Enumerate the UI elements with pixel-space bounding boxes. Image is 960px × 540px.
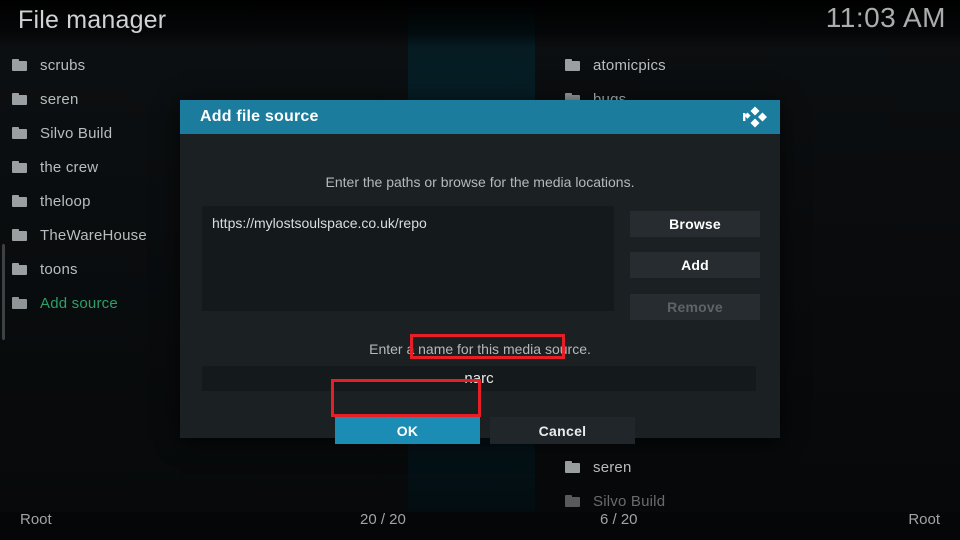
kodi-logo-icon [742,105,768,129]
page-title: File manager [18,6,167,34]
status-bar: Root 20 / 20 6 / 20 Root [0,500,960,540]
list-item[interactable]: seren [545,450,960,484]
path-entry[interactable]: https://mylostsoulspace.co.uk/repo [212,215,604,231]
folder-icon [12,161,27,173]
folder-icon [12,297,27,309]
list-item-label: the crew [40,158,99,176]
cancel-button[interactable]: Cancel [490,417,635,444]
folder-icon [12,263,27,275]
left-path-label: Root [20,511,52,528]
source-name-value: narc [464,370,494,387]
folder-icon [12,127,27,139]
paths-hint-label: Enter the paths or browse for the media … [325,174,635,190]
clock: 11:03 AM [825,2,946,33]
list-item-label: seren [593,458,632,476]
paths-list-box[interactable]: https://mylostsoulspace.co.uk/repo [202,206,614,311]
kodi-file-manager-screen: File manager 11:03 AM scrubs seren Silvo… [0,0,960,540]
source-name-input[interactable]: narc [202,366,756,391]
browse-button[interactable]: Browse [630,211,760,237]
list-item-label: seren [40,90,79,108]
list-item-label: theloop [40,192,91,210]
add-button[interactable]: Add [630,252,760,278]
list-item-label: TheWareHouse [40,226,147,244]
list-item-label: Silvo Build [40,124,113,142]
right-item-count: 6 / 20 [600,511,638,528]
left-item-count: 20 / 20 [360,511,406,528]
list-item-label: Add source [40,294,118,312]
ok-button[interactable]: OK [335,417,480,444]
list-item-label: atomicpics [593,56,666,74]
dialog-body: Enter the paths or browse for the media … [180,134,780,444]
list-item-label: scrubs [40,56,86,74]
folder-icon [565,461,580,473]
folder-icon [12,229,27,241]
dialog-header: Add file source [180,100,780,134]
folder-icon [12,59,27,71]
folder-icon [12,195,27,207]
right-path-label: Root [908,511,940,528]
list-item[interactable]: atomicpics [545,48,960,82]
list-item-label: toons [40,260,78,278]
name-hint-label: Enter a name for this media source. [369,341,591,357]
dialog-title: Add file source [200,108,319,125]
add-file-source-dialog: Add file source Enter the paths or brows… [180,100,780,444]
folder-icon [565,59,580,71]
remove-button: Remove [630,294,760,320]
folder-icon [12,93,27,105]
list-item[interactable]: scrubs [0,48,408,82]
